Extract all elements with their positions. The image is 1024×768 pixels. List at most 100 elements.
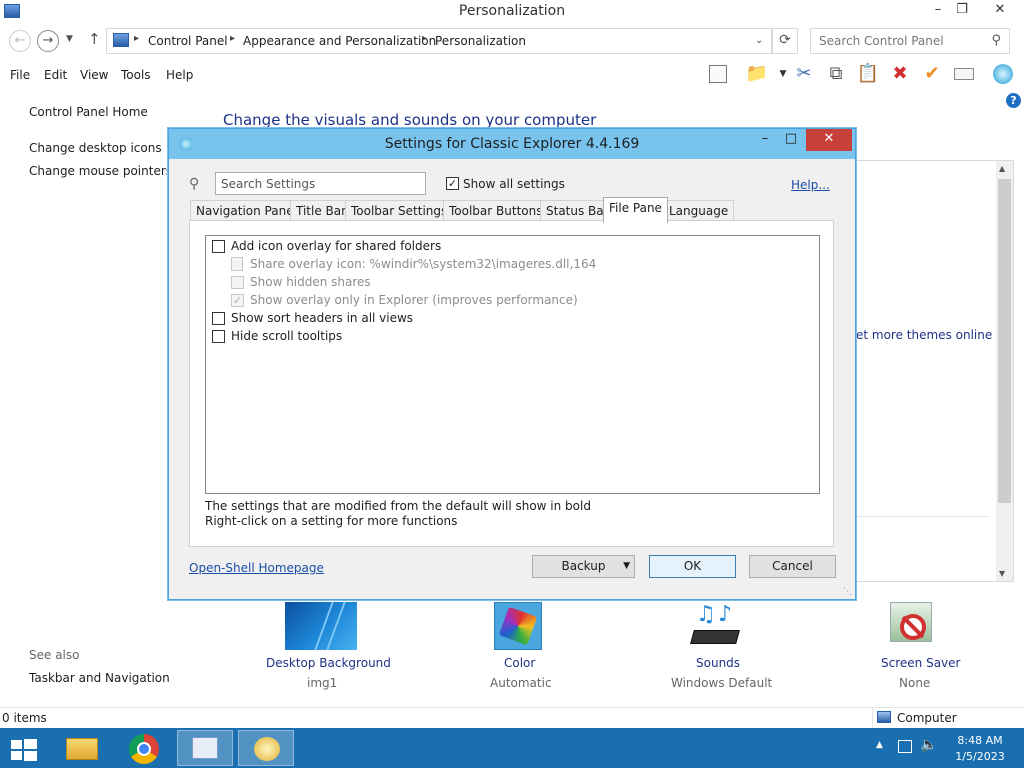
show-sort-headers-checkbox[interactable] (212, 312, 225, 325)
tab-toolbar-buttons[interactable]: Toolbar Buttons (443, 200, 549, 222)
modified-settings-note: The settings that are modified from the … (205, 499, 591, 513)
page-heading: Change the visuals and sounds on your co… (223, 111, 597, 129)
screen-saver-value: None (899, 676, 931, 690)
search-icon[interactable]: ⚲ (991, 33, 1001, 48)
dialog-maximize-button[interactable]: □ (778, 129, 804, 151)
ok-button[interactable]: OK (649, 555, 736, 578)
taskbar-navigation-link[interactable]: Taskbar and Navigation (29, 671, 170, 685)
scroll-down-icon[interactable]: ▼ (999, 569, 1005, 578)
chrome-taskbar-icon[interactable] (115, 730, 171, 766)
show-sort-headers-label[interactable]: Show sort headers in all views (231, 311, 413, 325)
themes-scrollbar[interactable]: ▲ ▼ (996, 161, 1013, 581)
network-icon[interactable] (898, 740, 912, 753)
color-thumbnail[interactable] (494, 602, 542, 650)
desktop-background-thumbnail[interactable] (285, 602, 357, 650)
hide-scroll-tooltips-checkbox[interactable] (212, 330, 225, 343)
get-more-themes-link[interactable]: et more themes online (856, 328, 992, 342)
search-input[interactable]: Search Control Panel ⚲ (810, 28, 1010, 54)
sounds-icon[interactable]: ♫ ♪ (690, 602, 742, 650)
color-value: Automatic (490, 676, 552, 690)
refresh-button[interactable]: ⟳ (772, 28, 798, 54)
shell-settings-icon[interactable] (991, 62, 1015, 86)
add-icon-overlay-checkbox[interactable] (212, 240, 225, 253)
forward-button[interactable]: → (37, 30, 59, 52)
menu-help[interactable]: Help (166, 68, 193, 82)
folder-settings-icon[interactable]: 📁 (745, 62, 769, 86)
menu-file[interactable]: File (10, 68, 30, 82)
breadcrumb-separator-icon[interactable]: ▸ (230, 33, 235, 44)
paste-icon[interactable]: 📋 (856, 62, 880, 86)
delete-icon[interactable]: ✖ (888, 62, 912, 86)
sounds-label[interactable]: Sounds (696, 656, 740, 670)
change-mouse-pointers-link[interactable]: Change mouse pointers (29, 164, 172, 178)
show-all-settings-checkbox[interactable]: ✓ (446, 177, 459, 190)
open-shell-settings-taskbar-icon[interactable] (238, 730, 294, 766)
breadcrumb-appearance[interactable]: Appearance and Personalization (243, 34, 436, 48)
menu-bar: File Edit View Tools Help 📁 ▼ ✂ ⧉ 📋 ✖ ✔ … (0, 60, 1024, 108)
help-icon[interactable]: ? (1006, 93, 1021, 108)
back-button[interactable]: ← (9, 30, 31, 52)
color-label[interactable]: Color (504, 656, 535, 670)
tab-navigation-pane[interactable]: Navigation Pane (190, 200, 300, 222)
help-link[interactable]: Help... (791, 178, 830, 192)
change-desktop-icons-link[interactable]: Change desktop icons (29, 141, 162, 155)
email-icon[interactable] (952, 62, 976, 86)
dialog-close-button[interactable]: ✕ (806, 129, 852, 151)
breadcrumb-separator-icon[interactable]: ▸ (134, 33, 139, 44)
breadcrumb-separator-icon[interactable]: ▸ (422, 33, 427, 44)
themes-list[interactable]: et more themes online ▲ ▼ (852, 160, 1014, 582)
tab-language[interactable]: Language (663, 200, 735, 222)
search-settings-input[interactable]: Search Settings (215, 172, 426, 195)
add-icon-overlay-label[interactable]: Add icon overlay for shared folders (231, 239, 441, 253)
up-button[interactable]: ↑ (88, 30, 101, 48)
close-button[interactable]: ✕ (985, 0, 1015, 22)
desktop-background-value: img1 (307, 676, 338, 690)
dialog-titlebar[interactable]: Settings for Classic Explorer 4.4.169 – … (169, 129, 855, 159)
backup-dropdown-icon[interactable]: ▼ (623, 556, 630, 577)
show-all-settings-label[interactable]: Show all settings (463, 177, 565, 191)
breadcrumb-personalization[interactable]: Personalization (435, 34, 526, 48)
cut-icon[interactable]: ✂ (792, 62, 816, 86)
open-shell-homepage-link[interactable]: Open-Shell Homepage (189, 561, 324, 575)
menu-tools[interactable]: Tools (121, 68, 151, 82)
resize-grip-icon[interactable]: ⋱ (843, 587, 852, 597)
item-count: 0 items (2, 711, 47, 725)
desktop-background-label[interactable]: Desktop Background (266, 656, 391, 670)
settings-list[interactable]: Add icon overlay for shared folders Shar… (205, 235, 820, 494)
clock-date[interactable]: 1/5/2023 (948, 750, 1012, 763)
layout-pane-icon[interactable] (706, 62, 730, 86)
tab-toolbar-settings[interactable]: Toolbar Settings (345, 200, 454, 222)
dialog-minimize-button[interactable]: – (752, 129, 778, 151)
address-dropdown-icon[interactable]: ⌄ (755, 35, 763, 46)
show-overlay-only-explorer-label: Show overlay only in Explorer (improves … (250, 293, 578, 307)
screen-saver-icon[interactable] (888, 600, 940, 650)
address-bar[interactable]: ▸ Control Panel ▸ Appearance and Persona… (106, 28, 772, 54)
recent-locations-chevron-icon[interactable]: ▼ (66, 34, 73, 44)
copy-icon[interactable]: ⧉ (824, 62, 848, 86)
menu-view[interactable]: View (80, 68, 108, 82)
scroll-up-icon[interactable]: ▲ (999, 164, 1005, 173)
breadcrumb-control-panel[interactable]: Control Panel (148, 34, 228, 48)
tab-title-bar[interactable]: Title Bar (290, 200, 353, 222)
properties-check-icon[interactable]: ✔ (920, 62, 944, 86)
file-explorer-taskbar-icon[interactable] (54, 730, 110, 766)
hide-scroll-tooltips-label[interactable]: Hide scroll tooltips (231, 329, 342, 343)
window-title: Personalization (458, 3, 566, 19)
backup-button[interactable]: Backup ▼ (532, 555, 635, 578)
clock-time[interactable]: 8:48 AM (948, 734, 1012, 747)
control-panel-home-link[interactable]: Control Panel Home (29, 105, 148, 119)
scrollbar-thumb[interactable] (998, 179, 1011, 503)
volume-icon[interactable]: 🔈 (920, 737, 937, 753)
status-bar: 0 items Computer (0, 707, 1024, 728)
navigation-bar: ← → ▼ ↑ ▸ Control Panel ▸ Appearance and… (0, 27, 1024, 55)
menu-edit[interactable]: Edit (44, 68, 67, 82)
search-settings-icon: ⚲ (189, 176, 200, 192)
show-hidden-icons-chevron-icon[interactable]: ▲ (876, 740, 883, 750)
control-panel-taskbar-icon[interactable] (177, 730, 233, 766)
start-button[interactable] (0, 730, 46, 766)
cancel-button[interactable]: Cancel (749, 555, 836, 578)
screen-saver-label[interactable]: Screen Saver (881, 656, 960, 670)
tab-file-pane[interactable]: File Pane (603, 197, 668, 223)
maximize-button[interactable]: ❐ (947, 0, 977, 22)
taskbar: ▲ 🔈 8:48 AM 1/5/2023 (0, 728, 1024, 768)
